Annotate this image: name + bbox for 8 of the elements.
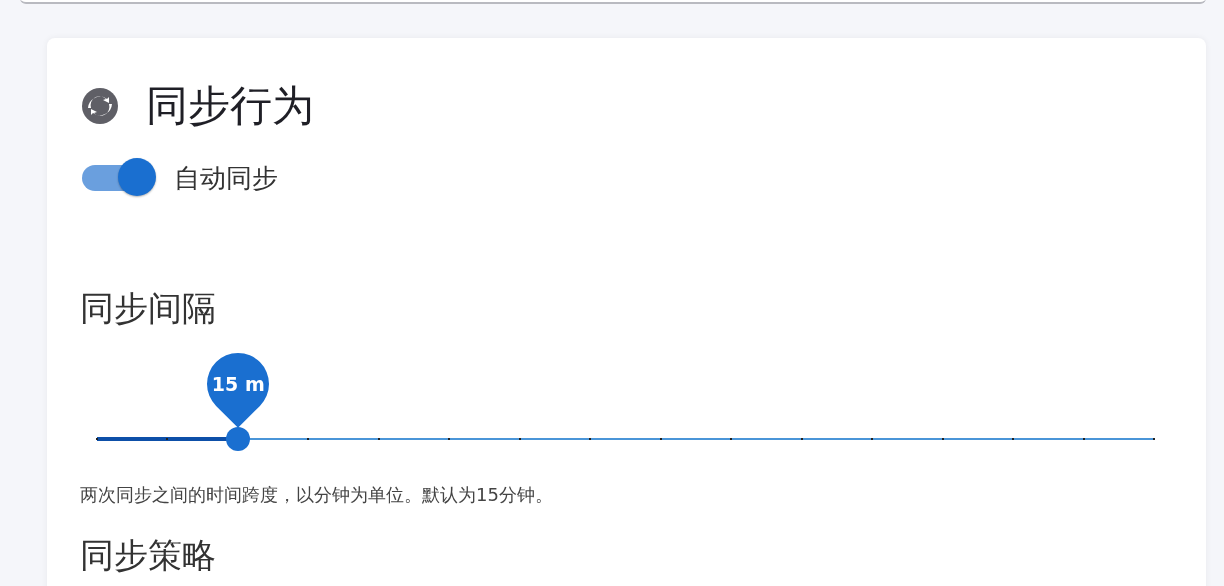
toggle-label: 自动同步 — [174, 161, 278, 195]
setting-label: 同步间隔 — [80, 287, 217, 330]
slider-thumb[interactable] — [225, 427, 250, 451]
help-text: 两次同步之间的时间跨度，以分钟为单位。默认为15分钟。 — [80, 483, 554, 507]
sync-icon — [80, 86, 120, 126]
toggle-switch[interactable] — [80, 158, 158, 198]
section-title: 同步行为 — [146, 80, 314, 132]
section-heading: 同步策略 — [80, 534, 217, 577]
